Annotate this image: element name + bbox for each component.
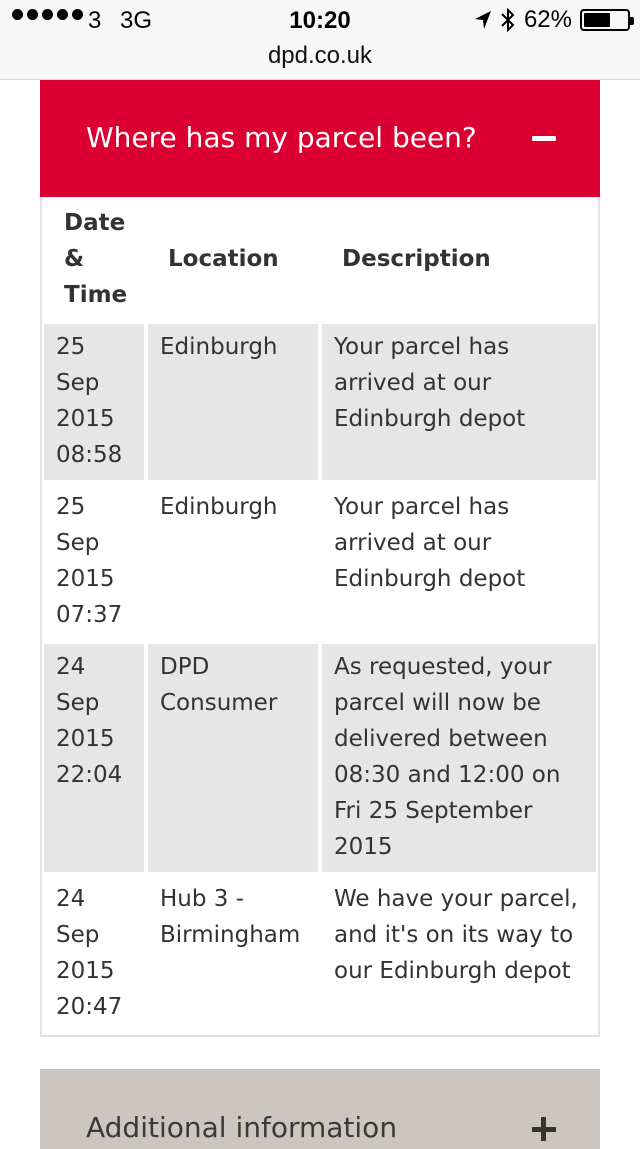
column-header-date-time: Date & Time	[64, 210, 128, 308]
description-cell: Your parcel has arrived at our Edinburgh …	[334, 494, 526, 592]
additional-information-accordion-header[interactable]: Additional information	[40, 1069, 600, 1149]
table-row: 25 Sep 2015 07:37 Edinburgh Your parcel ha…	[44, 484, 596, 640]
battery-level	[584, 13, 611, 27]
location-cell: Edinburgh	[148, 324, 318, 480]
location-cell: Edinburgh	[160, 494, 278, 520]
column-header-location: Location	[168, 246, 279, 272]
status-right-icons: 62%	[474, 6, 634, 34]
location-arrow-icon	[474, 11, 491, 29]
description-cell: Your parcel has arrived at our Edinburgh …	[322, 324, 596, 480]
table-row: 25 Sep 2015 08:58 Edinburgh Your parcel ha…	[44, 324, 596, 480]
battery-icon	[580, 9, 634, 31]
location-cell: Hub 3 - Birmingham	[160, 886, 301, 948]
battery-percentage: 62%	[523, 6, 572, 33]
accordion-title: Where has my parcel been?	[86, 121, 477, 154]
bluetooth-icon	[501, 7, 515, 33]
date-time-cell: 24 Sep 2015 20:47	[56, 886, 123, 1020]
status-bar: 3 3G 10:20 62%	[0, 0, 640, 40]
column-header-description: Description	[342, 246, 491, 272]
parcel-history-accordion-header[interactable]: Where has my parcel been?	[40, 80, 600, 197]
date-time-cell: 25 Sep 2015 08:58	[44, 324, 144, 480]
tracking-history-table: Date & Time Location Description 25 Sep 2…	[40, 197, 600, 1037]
url-bar[interactable]: dpd.co.uk	[0, 42, 640, 70]
date-time-cell: 25 Sep 2015 07:37	[56, 494, 123, 628]
description-cell: As requested, your parcel will now be del…	[322, 644, 596, 872]
browser-chrome: 3 3G 10:20 62% dpd.co.uk	[0, 0, 640, 80]
table-row: 24 Sep 2015 22:04 DPD Consumer As requested…	[44, 644, 596, 872]
description-cell: We have your parcel, and it's on its way …	[334, 886, 578, 984]
date-time-cell: 24 Sep 2015 22:04	[44, 644, 144, 872]
location-cell: DPD Consumer	[148, 644, 318, 872]
table-header-row: Date & Time Location Description	[42, 197, 598, 323]
table-row: 24 Sep 2015 20:47 Hub 3 - Birmingham We hav…	[44, 876, 596, 1032]
additional-information-title: Additional information	[86, 1111, 398, 1144]
minus-icon[interactable]	[532, 136, 556, 141]
